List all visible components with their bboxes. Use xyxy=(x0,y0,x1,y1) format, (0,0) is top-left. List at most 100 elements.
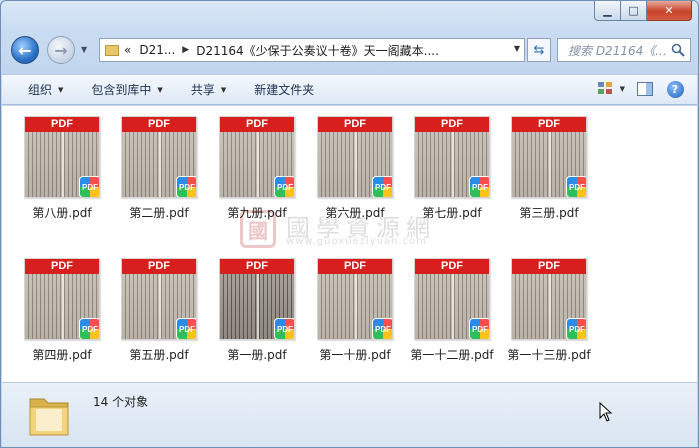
pdf-app-badge-icon: PDF xyxy=(469,176,489,197)
change-view-button[interactable] xyxy=(596,80,616,98)
file-name: 第五册.pdf xyxy=(129,348,189,362)
chevron-down-icon: ▼ xyxy=(220,85,227,94)
page-spine xyxy=(159,274,161,339)
page-spine xyxy=(257,132,259,197)
search-icon[interactable] xyxy=(671,43,685,57)
file-name: 第七册.pdf xyxy=(422,206,482,220)
address-segment-current[interactable]: D21164《少保于公奏议十卷》天一阁藏本.... xyxy=(196,42,439,59)
pdf-band-label: PDF xyxy=(25,117,99,132)
preview-pane-button[interactable] xyxy=(635,80,655,98)
pdf-band-label: PDF xyxy=(318,259,392,274)
file-name: 第一册.pdf xyxy=(227,348,287,362)
file-item[interactable]: PDF PDF 第四册.pdf xyxy=(14,258,110,363)
pdf-app-badge-icon: PDF xyxy=(566,176,586,197)
navigation-bar: ← → ▼ « D21... ▶ D21164《少保于公奏议十卷》天一阁藏本..… xyxy=(9,34,691,66)
address-overflow[interactable]: « xyxy=(124,43,131,57)
file-item[interactable]: PDF PDF 第一十二册.pdf xyxy=(404,258,500,363)
close-button[interactable]: ✕ xyxy=(647,1,692,21)
pdf-band-label: PDF xyxy=(25,259,99,274)
back-button[interactable]: ← xyxy=(11,36,39,64)
pdf-band-label: PDF xyxy=(415,117,489,132)
search-input[interactable]: 搜索 D21164《... xyxy=(557,38,691,62)
pdf-thumbnail: PDF PDF xyxy=(24,116,100,198)
pdf-band-label: PDF xyxy=(122,259,196,274)
pdf-thumbnail: PDF PDF xyxy=(414,258,490,340)
breadcrumb-separator-icon[interactable]: ▶ xyxy=(182,45,189,55)
page-spine xyxy=(549,274,551,339)
pdf-thumbnail: PDF PDF xyxy=(511,258,587,340)
pdf-thumbnail: PDF PDF xyxy=(121,258,197,340)
details-pane: 14 个对象 xyxy=(2,382,697,447)
share-menu[interactable]: 共享 ▼ xyxy=(191,81,226,98)
file-list: 國 國學資源網 www.guoxueziyuan.com PDF PDF 第八册.p… xyxy=(2,106,697,382)
file-item[interactable]: PDF PDF 第七册.pdf xyxy=(404,116,500,221)
chevron-down-icon: ▼ xyxy=(157,85,163,94)
caption-buttons: ▁ □ ✕ xyxy=(594,1,692,23)
search-placeholder: 搜索 D21164《... xyxy=(568,43,667,58)
pdf-band-label: PDF xyxy=(512,259,586,274)
file-item[interactable]: PDF PDF 第二册.pdf xyxy=(111,116,207,221)
page-spine xyxy=(159,132,161,197)
help-icon: ? xyxy=(666,80,684,98)
command-bar: 组织 ▼ 包含到库中 ▼ 共享 ▼ 新建文件夹 ▼ ? xyxy=(2,74,697,105)
chevron-down-icon: ▼ xyxy=(58,85,64,94)
pdf-app-badge-icon: PDF xyxy=(176,176,196,197)
include-in-library-menu[interactable]: 包含到库中 ▼ xyxy=(91,81,162,98)
minimize-icon: ▁ xyxy=(603,4,612,17)
file-name: 第一十册.pdf xyxy=(319,348,391,362)
help-button[interactable]: ? xyxy=(665,80,685,98)
pdf-band-label: PDF xyxy=(318,117,392,132)
file-name: 第八册.pdf xyxy=(32,206,92,220)
preview-pane-icon xyxy=(637,82,653,96)
pdf-app-badge-icon: PDF xyxy=(176,318,196,339)
maximize-button[interactable]: □ xyxy=(621,1,647,21)
view-dropdown-icon[interactable]: ▼ xyxy=(620,85,625,93)
pdf-thumbnail: PDF PDF xyxy=(121,116,197,198)
file-item[interactable]: PDF PDF 第六册.pdf xyxy=(307,116,403,221)
file-name: 第四册.pdf xyxy=(32,348,92,362)
organize-menu[interactable]: 组织 ▼ xyxy=(28,81,63,98)
file-item[interactable]: PDF PDF 第一十三册.pdf xyxy=(501,258,597,363)
pdf-thumbnail: PDF PDF xyxy=(317,258,393,340)
refresh-icon: ⇆ xyxy=(533,42,545,58)
pdf-band-label: PDF xyxy=(512,117,586,132)
address-dropdown-icon[interactable]: ▼ xyxy=(514,44,520,53)
pdf-thumbnail: PDF PDF xyxy=(24,258,100,340)
pdf-band-label: PDF xyxy=(122,117,196,132)
pdf-thumbnail: PDF PDF xyxy=(317,116,393,198)
file-name: 第六册.pdf xyxy=(325,206,385,220)
folder-icon xyxy=(29,398,69,436)
organize-label: 组织 xyxy=(28,83,53,97)
file-name: 第一十二册.pdf xyxy=(410,348,494,362)
pdf-app-badge-icon: PDF xyxy=(566,318,586,339)
view-grid-icon xyxy=(597,82,612,94)
pdf-band-label: PDF xyxy=(220,259,294,274)
page-spine xyxy=(355,274,357,339)
file-item[interactable]: PDF PDF 第一册.pdf xyxy=(209,258,305,363)
pdf-thumbnail: PDF PDF xyxy=(219,116,295,198)
address-segment-parent[interactable]: D21... xyxy=(139,43,175,57)
forward-arrow-icon: → xyxy=(54,40,68,60)
back-arrow-icon: ← xyxy=(18,40,32,60)
file-item[interactable]: PDF PDF 第三册.pdf xyxy=(501,116,597,221)
file-item[interactable]: PDF PDF 第五册.pdf xyxy=(111,258,207,363)
forward-button[interactable]: → xyxy=(47,36,75,64)
refresh-button[interactable]: ⇆ xyxy=(527,38,551,62)
address-bar[interactable]: « D21... ▶ D21164《少保于公奏议十卷》天一阁藏本.... ▼ xyxy=(99,38,525,62)
recent-pages-dropdown[interactable]: ▼ xyxy=(81,45,87,54)
page-spine xyxy=(62,132,64,197)
pdf-app-badge-icon: PDF xyxy=(274,176,294,197)
new-folder-label: 新建文件夹 xyxy=(254,83,315,97)
pdf-app-badge-icon: PDF xyxy=(79,318,99,339)
file-item[interactable]: PDF PDF 第八册.pdf xyxy=(14,116,110,221)
page-spine xyxy=(62,274,64,339)
file-item[interactable]: PDF PDF 第九册.pdf xyxy=(209,116,305,221)
include-library-label: 包含到库中 xyxy=(91,83,152,97)
minimize-button[interactable]: ▁ xyxy=(594,1,621,21)
page-spine xyxy=(355,132,357,197)
new-folder-button[interactable]: 新建文件夹 xyxy=(254,81,314,98)
file-item[interactable]: PDF PDF 第一十册.pdf xyxy=(307,258,403,363)
page-spine xyxy=(257,274,259,339)
folder-icon xyxy=(105,44,119,56)
pdf-app-badge-icon: PDF xyxy=(469,318,489,339)
